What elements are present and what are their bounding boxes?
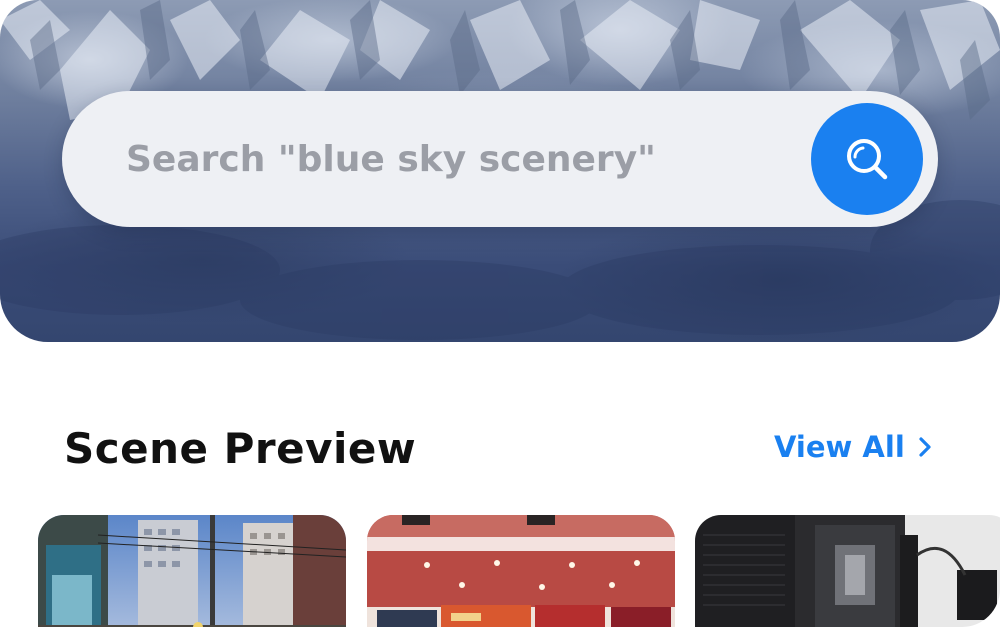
chevron-right-icon (919, 437, 931, 457)
computer-case-image (695, 515, 1000, 627)
search-input[interactable] (126, 129, 786, 189)
view-all-label: View All (774, 430, 905, 464)
search-bar (62, 91, 938, 227)
search-icon (847, 139, 888, 180)
app-screen: Scene Preview View All (0, 0, 1000, 627)
scene-thumbnail-city-street[interactable] (38, 515, 346, 627)
shop-interior-image (367, 515, 675, 627)
search-button[interactable] (811, 103, 923, 215)
scene-thumbnail-shop-interior[interactable] (367, 515, 675, 627)
view-all-link[interactable]: View All (774, 430, 933, 464)
city-street-image (38, 515, 346, 627)
section-title-scene-preview: Scene Preview (64, 424, 417, 473)
scene-thumbnail-computer-case[interactable] (695, 515, 1000, 627)
